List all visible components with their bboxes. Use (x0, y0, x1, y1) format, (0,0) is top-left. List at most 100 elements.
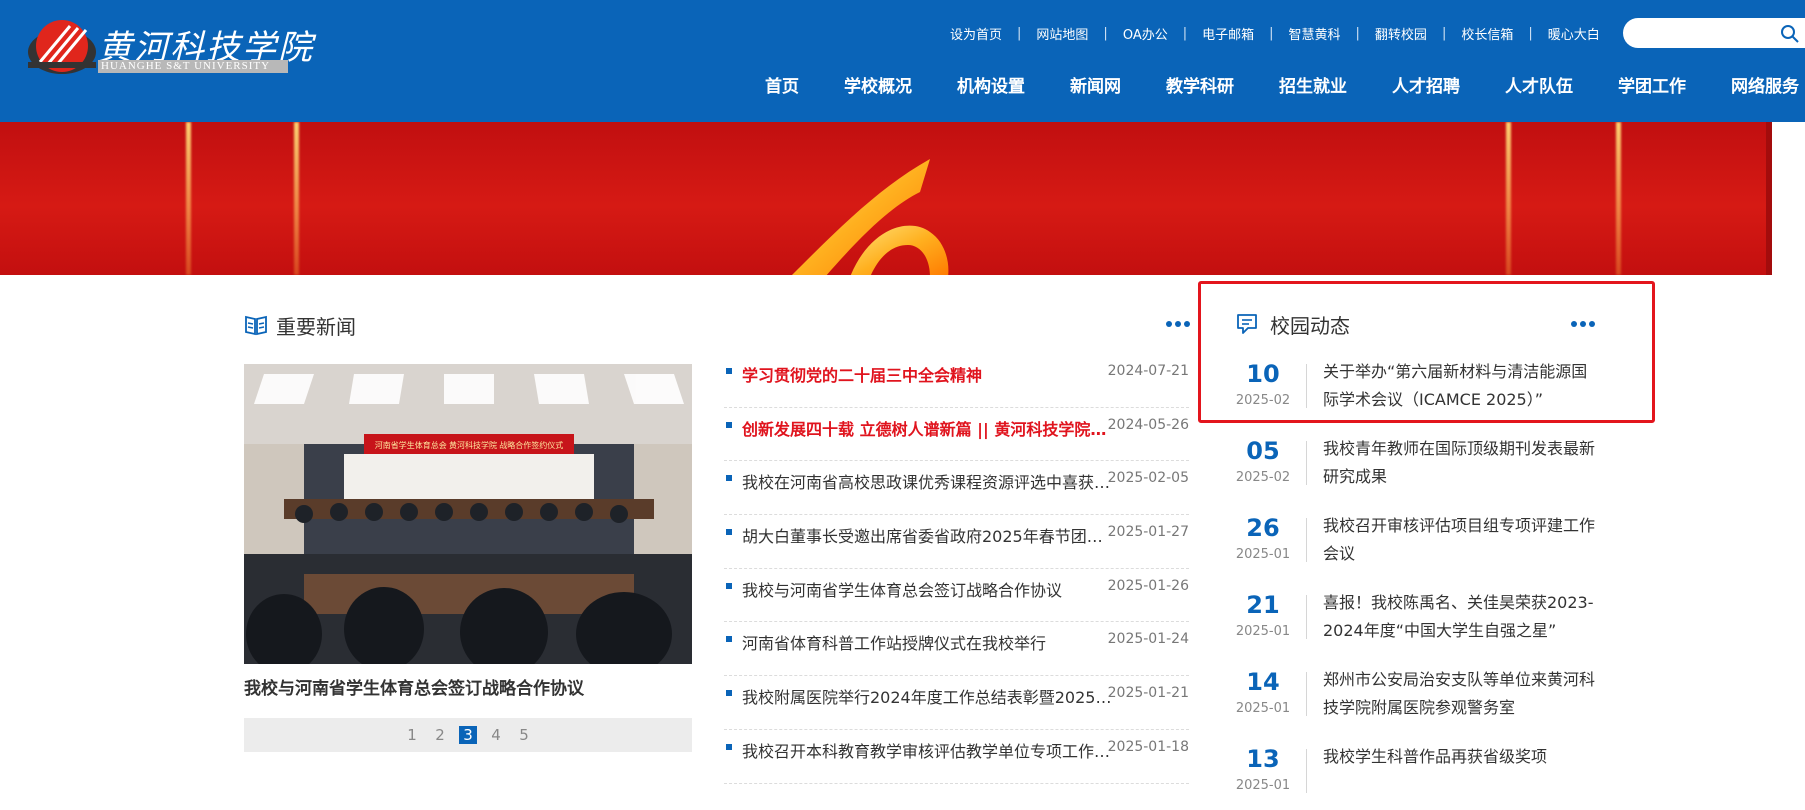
photo-pager: 1 2 3 4 5 (244, 718, 692, 752)
news-item-title[interactable]: 我校与河南省学生体育总会签订战略合作协议 (742, 577, 1112, 601)
banner-light-beam (1506, 122, 1511, 275)
news-item-date: 2025-02-05 (1107, 470, 1189, 487)
nav-faculty[interactable]: 人才队伍 (1505, 72, 1573, 97)
campus-item[interactable]: 14 2025-01 郑州市公安局治安支队等单位来黄河科技学院附属医院参观警务室 (1228, 666, 1608, 743)
nav-school-overview[interactable]: 学校概况 (844, 72, 912, 97)
news-item-title[interactable]: 我校在河南省高校思政课优秀课程资源评选中喜获佳绩 (742, 469, 1112, 493)
logo-emblem-icon (28, 20, 96, 74)
pager-page-3-active[interactable]: 3 (459, 726, 477, 744)
toplink-president-mailbox[interactable]: 校长信箱 (1461, 24, 1513, 43)
news-bullet-icon (726, 690, 732, 697)
news-photo[interactable]: 河南省学生体育总会 黄河科技学院 战略合作签约仪式 (244, 364, 692, 664)
campus-item[interactable]: 13 2025-01 我校学生科普作品再获省级奖项 (1228, 743, 1608, 810)
news-item-title[interactable]: 胡大白董事长受邀出席省委省政府2025年春节团拜会 (742, 523, 1112, 547)
news-item-title[interactable]: 创新发展四十载 立德树人谱新篇 || 黄河科技学院建校四十周年 (742, 416, 1112, 440)
search-icon[interactable] (1780, 24, 1800, 44)
site-logo[interactable]: 黄河科技学院 HUANGHE S&T UNIVERSITY (26, 18, 312, 76)
book-icon (245, 315, 267, 336)
campus-item-title[interactable]: 郑州市公安局治安支队等单位来黄河科技学院附属医院参观警务室 (1323, 666, 1603, 722)
photo-banner-text: 河南省学生体育总会 黄河科技学院 战略合作签约仪式 (375, 440, 563, 450)
news-item[interactable]: 我校在河南省高校思政课优秀课程资源评选中喜获佳绩 2025-02-05 (724, 461, 1189, 516)
news-item[interactable]: 河南省体育科普工作站授牌仪式在我校举行 2025-01-24 (724, 622, 1189, 677)
news-item[interactable]: 我校与河南省学生体育总会签订战略合作协议 2025-01-26 (724, 569, 1189, 623)
news-section-title: 重要新闻 (276, 315, 356, 339)
campus-item-month: 2025-01 (1235, 778, 1291, 793)
toplink-separator: | (1017, 25, 1022, 41)
toplink-separator: | (1182, 25, 1188, 41)
nav-student-work[interactable]: 学团工作 (1618, 72, 1686, 97)
news-bullet-icon (726, 368, 732, 374)
campus-item-month: 2025-01 (1235, 547, 1291, 562)
top-links: 设为首页 | 网站地图 | OA办公 | 电子邮箱 | 智慧黄科 | 翻转校园 | 校长信箱… (950, 23, 1600, 43)
campus-item[interactable]: 21 2025-01 喜报！我校陈禹名、关佳昊荣获2023-2024年度“中国大… (1228, 589, 1608, 666)
news-item-date: 2024-05-26 (1107, 416, 1189, 433)
campus-item-day: 05 (1246, 437, 1280, 465)
campus-item-divider (1306, 441, 1307, 485)
news-item-date: 2024-07-21 (1107, 363, 1189, 379)
toplink-oa[interactable]: OA办公 (1123, 24, 1168, 43)
campus-item-divider (1306, 518, 1307, 562)
campus-item-day: 14 (1246, 668, 1280, 696)
news-more-icon[interactable] (1165, 320, 1191, 328)
toplink-separator: | (1103, 25, 1108, 41)
toplink-separator: | (1355, 25, 1360, 41)
pager-page-2[interactable]: 2 (431, 726, 449, 744)
news-item[interactable]: 学习贯彻党的二十届三中全会精神 2024-07-21 (724, 354, 1189, 408)
news-photo-caption[interactable]: 我校与河南省学生体育总会签订战略合作协议 (244, 674, 692, 699)
anniversary-40-emblem-icon (792, 159, 949, 275)
nav-news-network[interactable]: 新闻网 (1070, 72, 1121, 97)
campus-item[interactable]: 05 2025-02 我校青年教师在国际顶级期刊发表最新研究成果 (1228, 435, 1608, 512)
news-item-title[interactable]: 我校召开本科教育教学审核评估教学单位专项工作推进会 (742, 738, 1112, 762)
news-bullet-icon (726, 743, 732, 750)
campus-item-divider (1306, 672, 1307, 716)
campus-item-month: 2025-02 (1235, 470, 1291, 485)
nav-departments[interactable]: 机构设置 (957, 72, 1025, 97)
banner-edge (1766, 122, 1772, 275)
news-item-date: 2025-01-27 (1107, 524, 1189, 541)
banner-light-beam (186, 122, 191, 275)
news-item-title[interactable]: 我校附属医院举行2024年度工作总结表彰暨2025年工作部署大会 (742, 684, 1112, 708)
news-item-date: 2025-01-26 (1107, 577, 1189, 594)
news-item-title[interactable]: 河南省体育科普工作站授牌仪式在我校举行 (742, 630, 1112, 654)
campus-item-divider (1306, 749, 1307, 793)
nav-teaching-research[interactable]: 教学科研 (1166, 72, 1234, 97)
toplink-flip-campus[interactable]: 翻转校园 (1375, 24, 1427, 43)
news-bullet-icon (726, 636, 732, 643)
news-item[interactable]: 我校召开本科教育教学审核评估教学单位专项工作推进会 2025-01-18 (724, 730, 1189, 784)
toplink-separator: | (1528, 25, 1533, 41)
campus-item-divider (1306, 595, 1307, 639)
nav-network-services[interactable]: 网络服务 (1731, 72, 1799, 97)
toplink-set-homepage[interactable]: 设为首页 (950, 24, 1002, 43)
news-bullet-icon (726, 529, 732, 536)
nav-admissions-employment[interactable]: 招生就业 (1279, 72, 1347, 97)
main-nav: 首页 学校概况 机构设置 新闻网 教学科研 招生就业 人才招聘 人才队伍 学团工… (765, 72, 1805, 97)
pager-page-4[interactable]: 4 (487, 726, 505, 744)
campus-item-day: 13 (1246, 745, 1280, 773)
news-bullet-icon (726, 421, 732, 428)
nav-home[interactable]: 首页 (765, 72, 799, 97)
search-input[interactable] (1623, 18, 1805, 48)
campus-item-title[interactable]: 我校召开审核评估项目组专项评建工作会议 (1323, 512, 1603, 568)
hero-banner[interactable] (0, 122, 1766, 275)
campus-item-title[interactable]: 喜报！我校陈禹名、关佳昊荣获2023-2024年度“中国大学生自强之星” (1323, 589, 1603, 645)
toplink-smart-campus[interactable]: 智慧黄科 (1289, 24, 1341, 43)
news-item-title[interactable]: 学习贯彻党的二十届三中全会精神 (742, 362, 1112, 386)
toplink-sitemap[interactable]: 网站地图 (1036, 24, 1088, 43)
campus-item-day: 21 (1246, 591, 1280, 619)
toplink-nuanxin-dabai[interactable]: 暖心大白 (1548, 24, 1600, 43)
campus-item-day: 26 (1246, 514, 1280, 542)
campus-item[interactable]: 26 2025-01 我校召开审核评估项目组专项评建工作会议 (1228, 512, 1608, 589)
banner-light-beam (294, 122, 299, 275)
campus-item-title[interactable]: 我校青年教师在国际顶级期刊发表最新研究成果 (1323, 435, 1603, 491)
campus-item-title[interactable]: 我校学生科普作品再获省级奖项 (1323, 743, 1603, 799)
news-item[interactable]: 胡大白董事长受邀出席省委省政府2025年春节团拜会 2025-01-27 (724, 515, 1189, 569)
pager-page-5[interactable]: 5 (515, 726, 533, 744)
news-item-date: 2025-01-24 (1107, 631, 1189, 648)
toplink-separator: | (1269, 25, 1274, 41)
nav-recruitment[interactable]: 人才招聘 (1392, 72, 1460, 97)
toplink-email[interactable]: 电子邮箱 (1202, 24, 1254, 43)
news-item[interactable]: 我校附属医院举行2024年度工作总结表彰暨2025年工作部署大会 2025-01… (724, 676, 1189, 730)
pager-page-1[interactable]: 1 (403, 726, 421, 744)
news-item[interactable]: 创新发展四十载 立德树人谱新篇 || 黄河科技学院建校四十周年 2024-05-… (724, 408, 1189, 462)
logo-subtitle: HUANGHE S&T UNIVERSITY (98, 60, 288, 73)
